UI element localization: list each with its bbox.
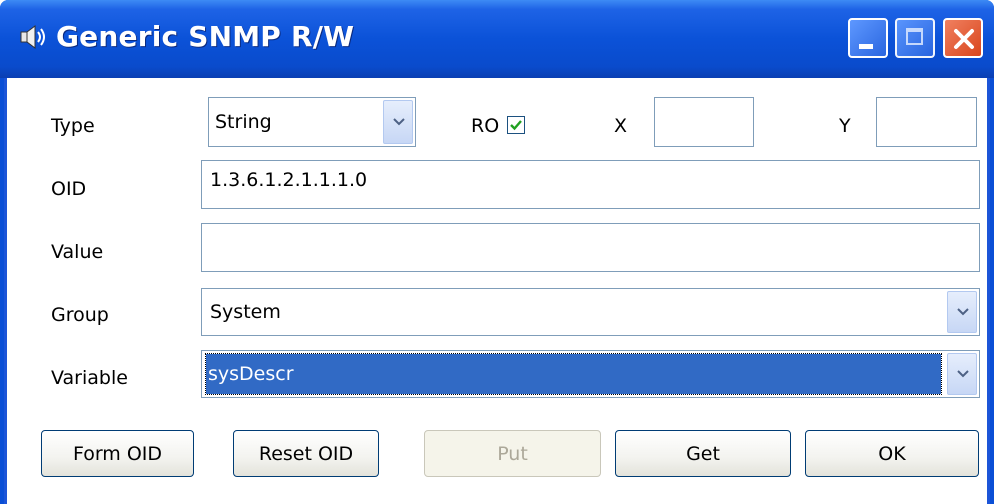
variable-select[interactable]: sysDescr bbox=[201, 350, 980, 398]
group-select-value: System bbox=[210, 301, 281, 323]
variable-select-value: sysDescr bbox=[205, 353, 942, 395]
ro-label: RO bbox=[471, 115, 500, 137]
oid-input[interactable]: 1.3.6.1.2.1.1.1.0 bbox=[201, 160, 980, 209]
dialog-body: Type String RO X Y OID 1.3.6.1.2.1.1.1.0… bbox=[4, 78, 990, 504]
close-button[interactable] bbox=[943, 18, 983, 58]
maximize-icon bbox=[906, 28, 923, 45]
x-label: X bbox=[614, 115, 628, 137]
y-label: Y bbox=[839, 115, 851, 137]
type-select[interactable]: String bbox=[208, 97, 416, 147]
group-label: Group bbox=[51, 304, 109, 326]
close-icon bbox=[954, 29, 974, 49]
speaker-icon bbox=[18, 22, 48, 52]
variable-label: Variable bbox=[51, 367, 128, 389]
type-label: Type bbox=[51, 115, 95, 137]
value-label: Value bbox=[51, 241, 104, 263]
chevron-down-icon bbox=[957, 308, 969, 316]
put-button[interactable]: Put bbox=[424, 430, 601, 477]
snmp-dialog-window: Generic SNMP R/W Type String RO X Y OID … bbox=[0, 0, 994, 504]
group-select[interactable]: System bbox=[201, 288, 980, 336]
chevron-down-icon bbox=[957, 370, 969, 378]
form-oid-button[interactable]: Form OID bbox=[41, 430, 194, 477]
type-dropdown-button[interactable] bbox=[383, 100, 413, 144]
get-button[interactable]: Get bbox=[615, 430, 791, 477]
type-select-value: String bbox=[215, 111, 272, 133]
group-dropdown-button[interactable] bbox=[947, 291, 977, 333]
reset-oid-button[interactable]: Reset OID bbox=[233, 430, 379, 477]
ok-button[interactable]: OK bbox=[805, 430, 979, 477]
variable-dropdown-button[interactable] bbox=[947, 353, 977, 395]
maximize-button[interactable] bbox=[895, 18, 935, 58]
x-input[interactable] bbox=[654, 97, 754, 147]
minimize-icon bbox=[859, 44, 873, 49]
title-bar[interactable]: Generic SNMP R/W bbox=[0, 0, 994, 78]
value-input[interactable] bbox=[201, 223, 980, 272]
checkmark-icon bbox=[510, 120, 522, 131]
y-input[interactable] bbox=[876, 97, 977, 147]
minimize-button[interactable] bbox=[848, 18, 888, 58]
window-title: Generic SNMP R/W bbox=[56, 20, 355, 53]
ro-checkbox[interactable] bbox=[507, 116, 525, 134]
chevron-down-icon bbox=[393, 118, 405, 126]
oid-label: OID bbox=[51, 178, 87, 200]
